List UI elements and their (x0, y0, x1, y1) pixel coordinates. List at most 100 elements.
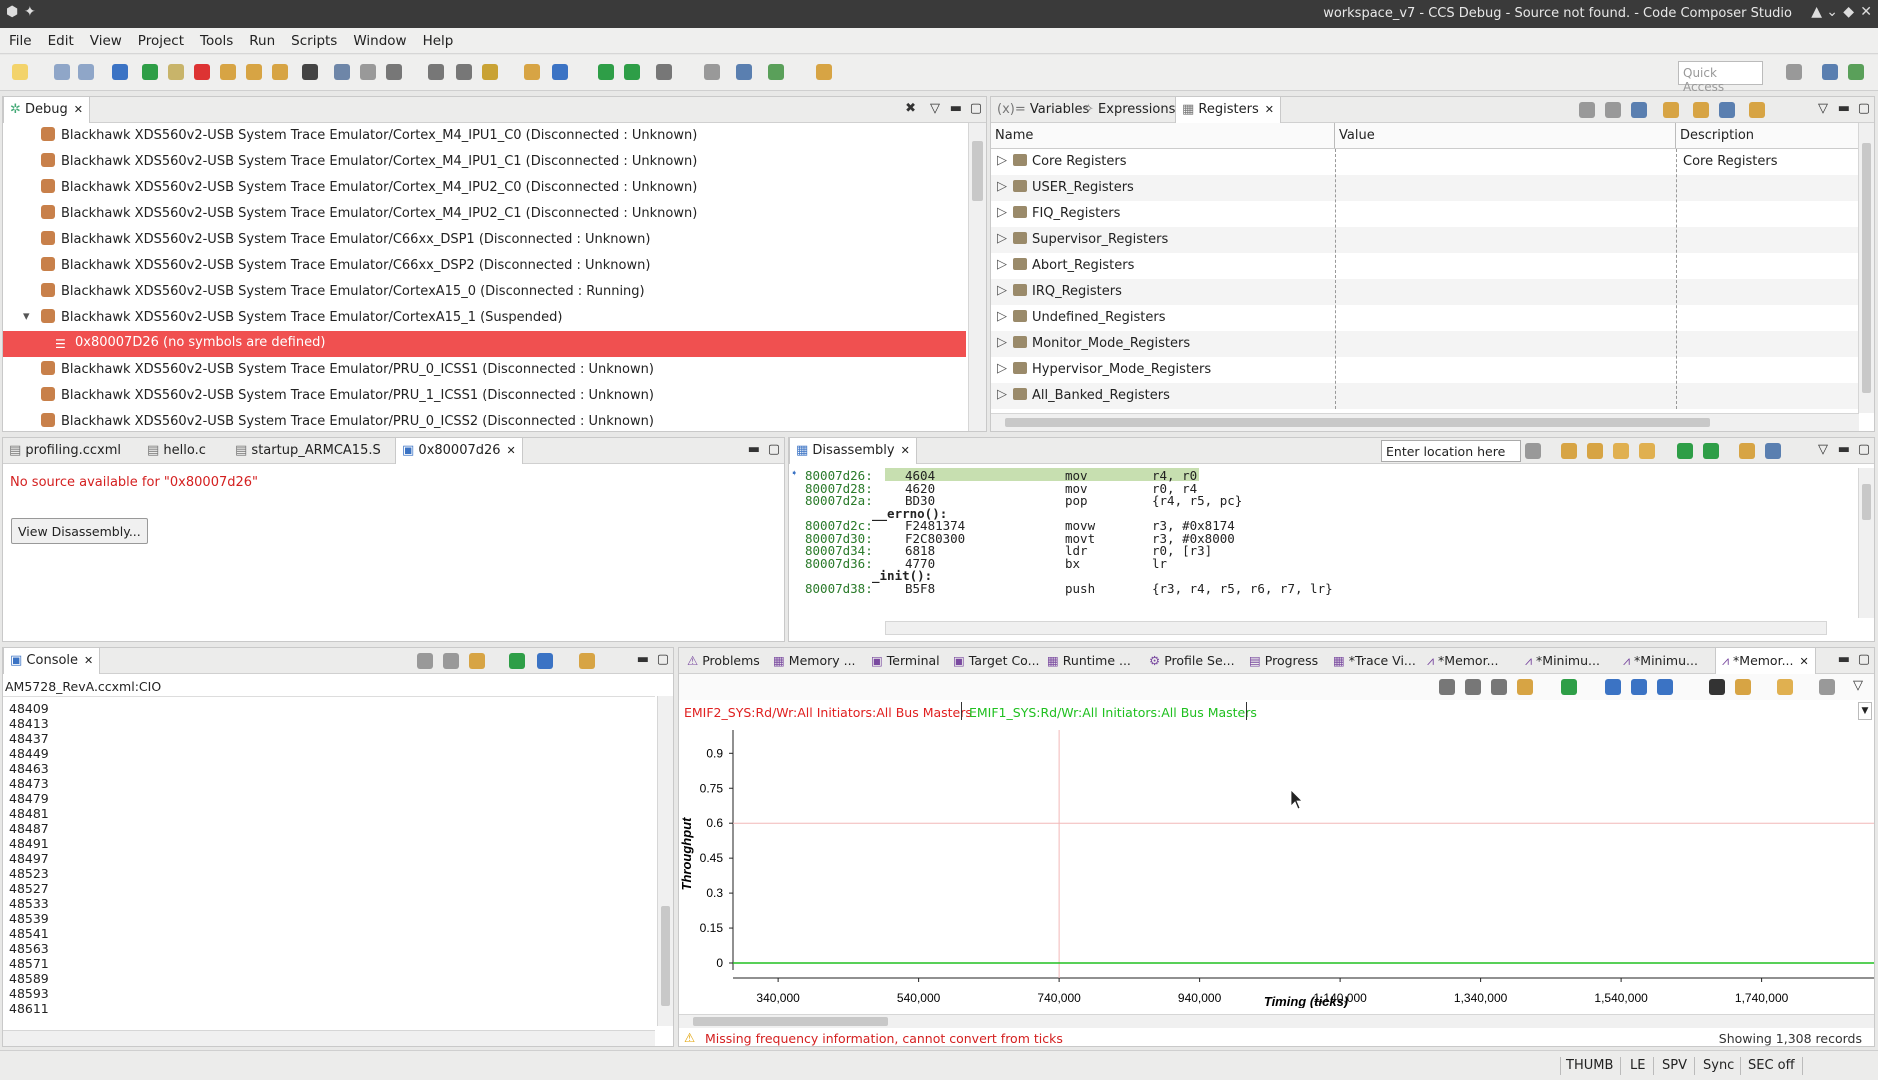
quick-access-input[interactable]: Quick Access (1678, 61, 1763, 94)
tab-bottom-view[interactable]: ▦ Runtime ... (1041, 648, 1137, 674)
debug-scroll-thumb[interactable] (972, 141, 983, 201)
register-row[interactable]: ▷ FIQ_Registers (991, 201, 1859, 227)
terminate-icon[interactable] (194, 64, 210, 80)
suspend-icon[interactable] (168, 64, 184, 80)
chart-toggle-icon[interactable] (1777, 679, 1793, 695)
step-icon[interactable] (1677, 443, 1693, 459)
tab-startup[interactable]: ▤ startup_ARMCA15.S (229, 438, 387, 464)
display-console-icon[interactable] (537, 653, 553, 669)
view-menu-icon[interactable]: ▽ (930, 101, 940, 116)
show-symbols-icon[interactable] (1639, 443, 1655, 459)
show-source-icon[interactable] (1613, 443, 1629, 459)
tab-bottom-view[interactable]: ▣ Terminal (865, 648, 946, 674)
tab-bottom-view[interactable]: ▦ *Trace Vi... (1327, 648, 1422, 674)
debug-tree-item[interactable]: Blackhawk XDS560v2-USB System Trace Emul… (3, 201, 943, 227)
refresh-icon[interactable] (524, 64, 540, 80)
register-row[interactable]: ▷ All_Banked_Registers (991, 383, 1859, 409)
console-output[interactable]: 48409 48413 48437 48449 48463 48473 48479 48481… (3, 696, 655, 1026)
tab-bottom-view[interactable]: ⩘ *Memor... ✕ (1715, 648, 1816, 674)
chart-hscroll[interactable] (679, 1014, 1874, 1028)
gear-icon[interactable] (768, 64, 784, 80)
tab-bottom-view[interactable]: ⩘ *Minimu... (1617, 648, 1704, 674)
toggle-icon[interactable] (334, 64, 350, 80)
collapse-icon[interactable] (1579, 102, 1595, 118)
legend-series-emif1[interactable]: EMIF1_SYS:Rd/Wr:All Initiators:All Bus M… (969, 705, 1257, 720)
load-icon[interactable] (386, 64, 402, 80)
open-console-icon[interactable] (579, 653, 595, 669)
close-icon[interactable]: ✕ (84, 654, 93, 667)
new-view-icon[interactable] (1693, 102, 1709, 118)
breakpoint-icon[interactable] (428, 64, 444, 80)
debug-tree-item[interactable]: Blackhawk XDS560v2-USB System Trace Emul… (3, 227, 943, 253)
disassembly-vscroll-thumb[interactable] (1862, 484, 1871, 520)
minimize-icon[interactable]: ▬ (1838, 101, 1850, 116)
resume-icon[interactable] (142, 64, 158, 80)
expand-toggle-icon[interactable]: ▷ (997, 257, 1007, 272)
expand-toggle-icon[interactable]: ▷ (997, 205, 1007, 220)
disassembly-hscroll[interactable] (885, 621, 1827, 635)
run-to-icon[interactable] (552, 64, 568, 80)
register-row[interactable]: ▷ Core Registers Core Registers (991, 149, 1859, 175)
perspective-ccs-edit-icon[interactable] (1822, 64, 1838, 80)
search-icon[interactable] (736, 64, 752, 80)
pin-icon[interactable]: ✦ (24, 4, 36, 20)
chevron-down-icon[interactable]: ⌄ (1826, 4, 1838, 20)
menu-window[interactable]: Window (344, 28, 413, 49)
expand-toggle-icon[interactable]: ▷ (997, 231, 1007, 246)
restore-icon[interactable]: ◆ (1843, 4, 1854, 20)
assembly-over-icon[interactable] (624, 64, 640, 80)
expand-toggle-icon[interactable]: ▷ (997, 335, 1007, 350)
tab-disassembly[interactable]: ▦ Disassembly ✕ (789, 438, 917, 464)
pencil-icon[interactable] (816, 64, 832, 80)
legend-series-emif2[interactable]: EMIF2_SYS:Rd/Wr:All Initiators:All Bus M… (684, 705, 972, 720)
legend-scroll-button[interactable]: ▼ (1858, 702, 1872, 720)
pin-view-icon[interactable] (1765, 443, 1781, 459)
refresh-icon[interactable] (1663, 102, 1679, 118)
register-row[interactable]: ▷ Abort_Registers (991, 253, 1859, 279)
menu-file[interactable]: File (0, 28, 39, 49)
minimize-icon[interactable]: ▬ (748, 442, 760, 457)
sync-icon[interactable] (1749, 102, 1765, 118)
register-row[interactable]: ▷ Hypervisor_Mode_Registers (991, 357, 1859, 383)
zoom-out-icon[interactable] (1631, 679, 1647, 695)
expand-toggle-icon[interactable]: ▷ (997, 309, 1007, 324)
status-sec[interactable]: SEC off (1748, 1058, 1795, 1073)
tab-registers[interactable]: ▦ Registers ✕ (1175, 97, 1281, 123)
register-row[interactable]: ▷ Monitor_Mode_Registers (991, 331, 1859, 357)
grid-icon[interactable] (302, 64, 318, 80)
tab-debug[interactable]: ✲ Debug ✕ (3, 97, 91, 123)
expand-toggle-icon[interactable]: ▷ (997, 387, 1007, 402)
status-thumb[interactable]: THUMB (1566, 1058, 1613, 1073)
disassembly-vscroll[interactable] (1858, 468, 1874, 618)
debug-tree-item[interactable]: Blackhawk XDS560v2-USB System Trace Emul… (3, 383, 943, 409)
expand-toggle-icon[interactable]: ▷ (997, 283, 1007, 298)
menu-tools[interactable]: Tools (191, 28, 240, 49)
tab-bottom-view[interactable]: ⩘ *Memor... (1421, 648, 1505, 674)
tab-source-address[interactable]: ▣ 0x80007d26 ✕ (395, 438, 523, 464)
status-spv[interactable]: SPV (1662, 1058, 1687, 1073)
window-icon[interactable] (704, 64, 720, 80)
maximize-icon[interactable]: ▢ (657, 652, 669, 667)
group-icon[interactable] (1439, 679, 1455, 695)
register-row[interactable]: ▷ IRQ_Registers (991, 279, 1859, 305)
format-icon[interactable] (1605, 102, 1621, 118)
measure-icon[interactable] (1491, 679, 1507, 695)
maximize-icon[interactable]: ▢ (970, 101, 982, 116)
view-menu-icon[interactable]: ▽ (1818, 442, 1828, 457)
minimize-icon[interactable]: ▬ (950, 101, 962, 116)
maximize-icon[interactable]: ▢ (768, 442, 780, 457)
tab-bottom-view[interactable]: ▣ Target Co... (947, 648, 1046, 674)
menu-project[interactable]: Project (129, 28, 191, 49)
save-all-icon[interactable] (78, 64, 94, 80)
remove-all-icon[interactable]: ✖ (905, 101, 916, 116)
debug-tree-item[interactable]: ▾ Blackhawk XDS560v2-USB System Trace Emu… (3, 305, 943, 331)
close-icon[interactable]: ✕ (1265, 103, 1274, 116)
registers-vscroll[interactable] (1858, 123, 1874, 413)
tab-bottom-view[interactable]: ⩘ *Minimu... (1519, 648, 1606, 674)
maximize-icon[interactable]: ▢ (1858, 101, 1870, 116)
column-name[interactable]: Name (991, 123, 1335, 149)
debug-tree-item[interactable]: Blackhawk XDS560v2-USB System Trace Emul… (3, 253, 943, 279)
debug-tree-item[interactable]: Blackhawk XDS560v2-USB System Trace Emul… (3, 409, 943, 431)
close-icon[interactable]: ✕ (901, 444, 910, 457)
maximize-icon[interactable]: ▢ (1858, 652, 1870, 667)
